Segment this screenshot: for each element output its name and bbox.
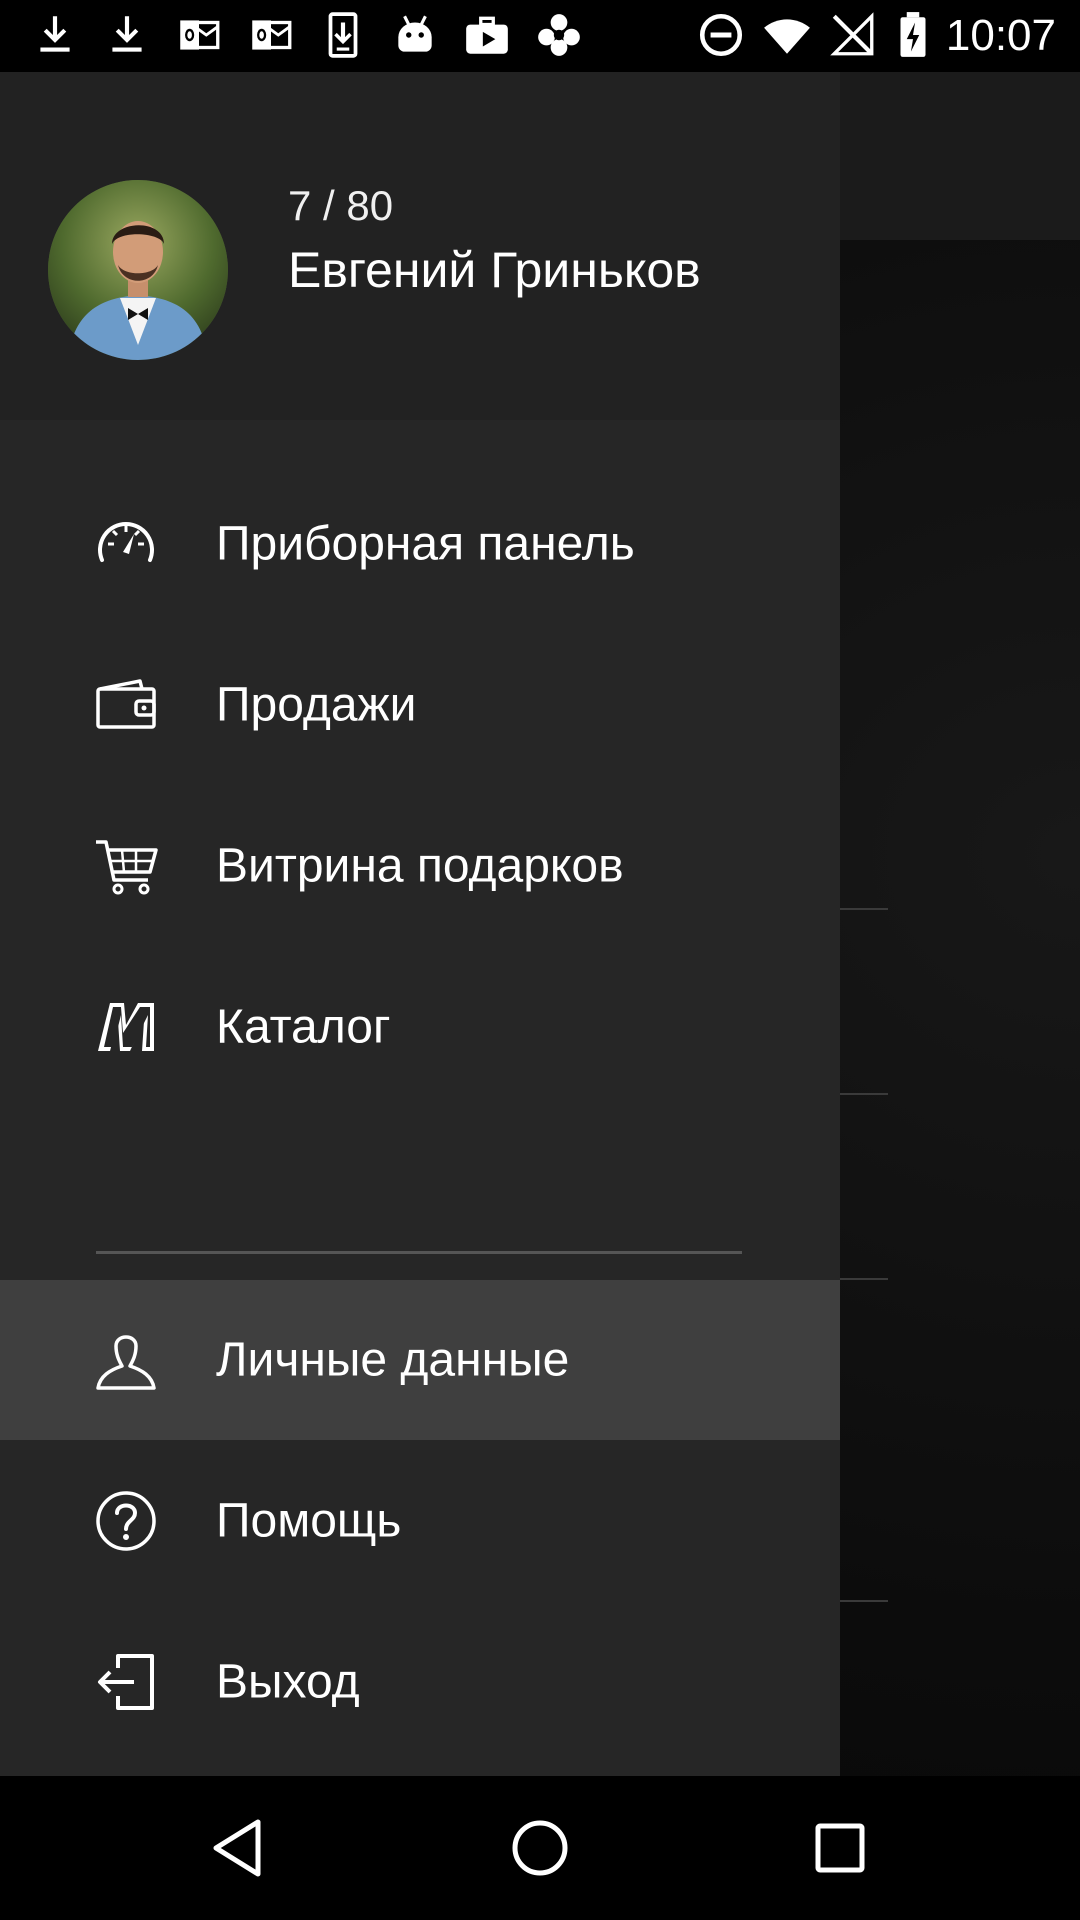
menu-item-exit[interactable]: Выход xyxy=(0,1602,840,1762)
menu-item-help[interactable]: Помощь xyxy=(0,1441,840,1601)
battery-charging-icon xyxy=(888,10,938,60)
back-icon[interactable] xyxy=(204,1812,276,1884)
user-name: Евгений Гриньков xyxy=(288,242,701,298)
progress-counter: 7 / 80 xyxy=(288,182,394,229)
menu-divider xyxy=(96,1251,742,1254)
menu-item-dashboard[interactable]: Приборная панель xyxy=(0,464,840,624)
menu-label: Витрина подарков xyxy=(216,839,624,893)
speedometer-icon xyxy=(94,512,158,576)
menu-label: Выход xyxy=(216,1655,360,1709)
catalog-m-icon xyxy=(94,995,158,1059)
cart-icon xyxy=(94,834,158,898)
drawer-header: 7 / 80 Евгений Гриньков xyxy=(0,72,840,420)
navigation-drawer: 7 / 80 Евгений Гриньков Приборная панель… xyxy=(0,72,840,1776)
sim-download-icon xyxy=(318,10,368,60)
avatar[interactable] xyxy=(48,180,228,360)
screen: 10:07 7 / 80 Евгений Гриньков Приборная … xyxy=(0,0,1080,1920)
wifi-icon xyxy=(762,10,812,60)
android-icon xyxy=(390,10,440,60)
no-signal-icon xyxy=(828,10,878,60)
settings-flower-icon xyxy=(534,10,584,60)
menu-label: Личные данные xyxy=(216,1333,570,1387)
menu-label: Приборная панель xyxy=(216,517,635,571)
download-icon xyxy=(102,10,152,60)
navigation-bar xyxy=(0,1776,1080,1920)
background-divider xyxy=(840,1600,888,1602)
home-icon[interactable] xyxy=(504,1812,576,1884)
wallet-icon xyxy=(94,673,158,737)
download-icon xyxy=(30,10,80,60)
recents-icon[interactable] xyxy=(804,1812,876,1884)
menu-item-catalog[interactable]: Каталог xyxy=(0,947,840,1107)
menu-label: Помощь xyxy=(216,1494,402,1548)
exit-icon xyxy=(94,1650,158,1714)
menu-label: Продажи xyxy=(216,678,417,732)
status-bar: 10:07 xyxy=(0,0,1080,72)
video-briefcase-icon xyxy=(462,10,512,60)
outlook-icon xyxy=(246,10,296,60)
menu-item-personal-data[interactable]: Личные данные xyxy=(0,1280,840,1440)
status-time: 10:07 xyxy=(945,11,1056,60)
do-not-disturb-icon xyxy=(696,10,746,60)
menu-item-sales[interactable]: Продажи xyxy=(0,625,840,785)
background-divider xyxy=(840,908,888,910)
menu-label: Каталог xyxy=(216,1000,391,1054)
background-divider xyxy=(840,1093,888,1095)
outlook-icon xyxy=(174,10,224,60)
background-divider xyxy=(840,1278,888,1280)
person-icon xyxy=(94,1328,158,1392)
menu-item-gift-showcase[interactable]: Витрина подарков xyxy=(0,786,840,946)
help-icon xyxy=(94,1489,158,1553)
